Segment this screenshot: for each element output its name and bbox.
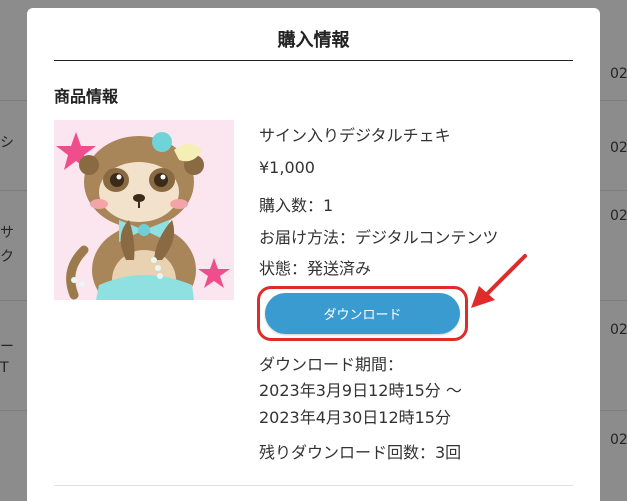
modal-title: 購入情報 xyxy=(277,30,350,51)
purchase-quantity: 購入数：1 xyxy=(259,196,334,215)
purchase-info-modal: 購入情報 商品情報 サイン入りデジタルチェキ ¥1,000 購入数：1 お届け方… xyxy=(27,8,600,501)
red-arrow-icon xyxy=(471,254,527,308)
meerkat-illustration xyxy=(54,120,234,300)
download-period-label: ダウンロード期間： xyxy=(259,355,404,374)
title-divider xyxy=(54,60,573,61)
product-image xyxy=(54,120,234,300)
order-status: 状態：発送済み xyxy=(259,259,372,278)
product-price: ¥1,000 xyxy=(259,158,315,177)
delivery-method: お届け方法：デジタルコンテンツ xyxy=(259,228,499,247)
section-heading: 商品情報 xyxy=(54,87,119,106)
download-period-start: 2023年3月9日12時15分 〜 xyxy=(259,381,462,400)
download-period-end: 2023年4月30日12時15分 xyxy=(259,408,451,427)
download-highlight: ダウンロード xyxy=(257,286,468,341)
bottom-divider xyxy=(54,485,573,486)
download-button[interactable]: ダウンロード xyxy=(265,293,460,334)
remaining-downloads: 残りダウンロード回数：3回 xyxy=(259,443,462,462)
product-name: サイン入りデジタルチェキ xyxy=(259,126,451,145)
